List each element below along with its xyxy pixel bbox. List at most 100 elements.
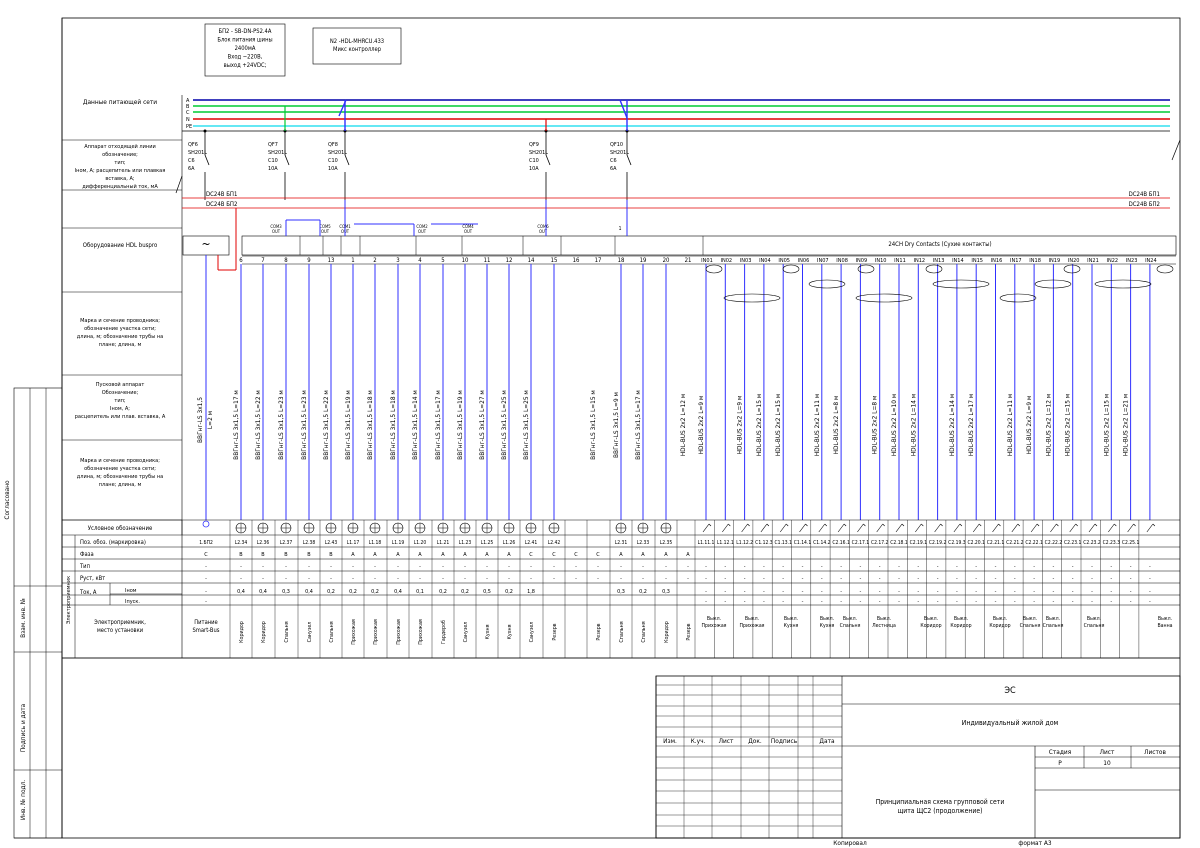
pos-value: C2.21.1 (987, 540, 1005, 546)
cable-label: ВВГнг-LS 3х1,5 L=22 м (254, 390, 262, 460)
cable-bundle (1094, 279, 1152, 289)
switch-symbol (702, 523, 710, 533)
inom-value: 0,4 (305, 589, 313, 595)
power-value: - (508, 576, 510, 582)
input-label: IN24 (1145, 258, 1157, 264)
ipusk-value: - (821, 599, 823, 605)
type-value: - (330, 564, 332, 570)
switch-symbol-tip (708, 523, 712, 527)
power-value: - (763, 576, 765, 582)
breaker-QF9-0: QF9 (529, 142, 539, 148)
type-value: - (308, 564, 310, 570)
cable-label: HDL-BUS 2x2 L=14 м (909, 394, 917, 456)
left-label-1-3: плане; длина, м (99, 342, 142, 348)
phase-value: С (596, 552, 600, 558)
type-value: - (879, 564, 881, 570)
com-label-1: OUT (464, 229, 473, 234)
tb-object: Индивидуальный жилой дом (962, 719, 1059, 727)
table-label-ipusk: Iпуск. (125, 599, 140, 605)
phase-value: А (396, 552, 400, 558)
type-value: - (995, 564, 997, 570)
switch-group-0: Выкл. (954, 616, 968, 622)
phase-value: С (529, 552, 533, 558)
tb-header: Изм. (663, 737, 677, 745)
cable-label: HDL-BUS 2x2 L=12 м (679, 394, 687, 456)
cable-label: ВВГнг-LS 3х1,5 L=17 м (634, 390, 642, 460)
breaker-QF8-0: QF8 (328, 142, 338, 148)
power-value: - (821, 576, 823, 582)
switch-symbol-tip (1114, 523, 1117, 527)
type-value: - (782, 564, 784, 570)
power-value: - (917, 576, 919, 582)
switch-symbol (1030, 523, 1038, 533)
tb-stage: Р (1058, 759, 1062, 767)
switch-symbol-tip (1017, 523, 1021, 527)
cable-label: HDL-BUS 2x2 L=8 м (871, 396, 879, 455)
psu-label-4: выход +24VDC; (224, 63, 267, 69)
power-value: - (705, 576, 707, 582)
type-value: - (821, 564, 823, 570)
consumer-label: Санузел (307, 622, 313, 643)
tap-a4 (619, 99, 628, 119)
breaker-QF7-0: QF7 (268, 142, 278, 148)
phase-value: В (261, 552, 265, 558)
channel-number: 5 (441, 257, 444, 264)
tb-header: Лист (719, 737, 734, 745)
pos-value: C2.16.1 (832, 540, 850, 546)
power-value: - (374, 576, 376, 582)
phase-value: А (441, 552, 445, 558)
inom-value: - (763, 589, 765, 595)
switch-symbol-tip (1056, 523, 1059, 527)
power-value: - (1110, 576, 1112, 582)
power-value: - (642, 576, 644, 582)
type-value: - (642, 564, 644, 570)
phase-value: В (284, 552, 288, 558)
switch-group-1: Ванна (1157, 623, 1172, 629)
switch-symbol-tip (843, 523, 847, 527)
tb-header: Подпись (771, 737, 798, 745)
hdl-module-box (241, 235, 1177, 256)
switch-symbol (1069, 523, 1076, 533)
left-label-2-4: расцепитель или плав. вставка, А (75, 414, 166, 420)
cable-bundle (932, 279, 990, 289)
switch-group-1: Коридор (989, 623, 1010, 629)
consumer-label: Спальня (619, 621, 625, 642)
inom-value: - (860, 589, 862, 595)
phase-value: С (204, 552, 208, 558)
ipusk-value: - (1149, 599, 1151, 605)
phase-value: А (686, 552, 690, 558)
cable-label: ВВГнг-LS 3х1,5 L=18 м (389, 390, 397, 460)
type-value: - (262, 564, 264, 570)
type-value: - (860, 564, 862, 570)
tb-title-1: щита ЩС2 (продолжение) (897, 807, 982, 815)
switch-group-0: Выкл. (877, 616, 891, 622)
pos-value: C2.18.1 (890, 540, 908, 546)
inom-value: - (1091, 589, 1093, 595)
cable-label: ВВГнг-LS 3х1,5 L=23 м (300, 390, 308, 460)
type-value: - (352, 564, 354, 570)
inom-value: - (802, 589, 804, 595)
input-label: IN06 (798, 258, 810, 264)
pos-value: L2.34 (235, 540, 248, 546)
cable-bundle (723, 293, 781, 303)
inom-value: 0,2 (371, 589, 379, 595)
pos-value: L2.37 (280, 540, 293, 546)
consumer-label: Спальня (284, 621, 290, 642)
power-value: - (975, 576, 977, 582)
pos-value: L1.18 (369, 540, 382, 546)
switch-group-0: Выкл. (1087, 616, 1101, 622)
consumer-label: Коридор (664, 621, 670, 643)
com-label-1: OUT (272, 229, 281, 234)
pos-value: 1.БП2 (199, 540, 213, 546)
consumer-label: Гардероб (440, 620, 447, 644)
breaker-QF6-0: QF6 (188, 142, 198, 148)
pos-value: L2.31 (615, 540, 628, 546)
input-label: IN19 (1049, 258, 1061, 264)
left-label-3-3: плане; длина, м (99, 482, 142, 488)
consumer-label: Спальня (641, 621, 647, 642)
breaker-QF8-1: SH201L (328, 150, 347, 156)
switch-symbol (760, 523, 768, 533)
cable-label: ВВГнг-LS 3х1,5 L=25 м (500, 390, 508, 460)
ipusk-value: - (1091, 599, 1093, 605)
dc-bus-2-left: DC24В БП2 (206, 201, 237, 208)
